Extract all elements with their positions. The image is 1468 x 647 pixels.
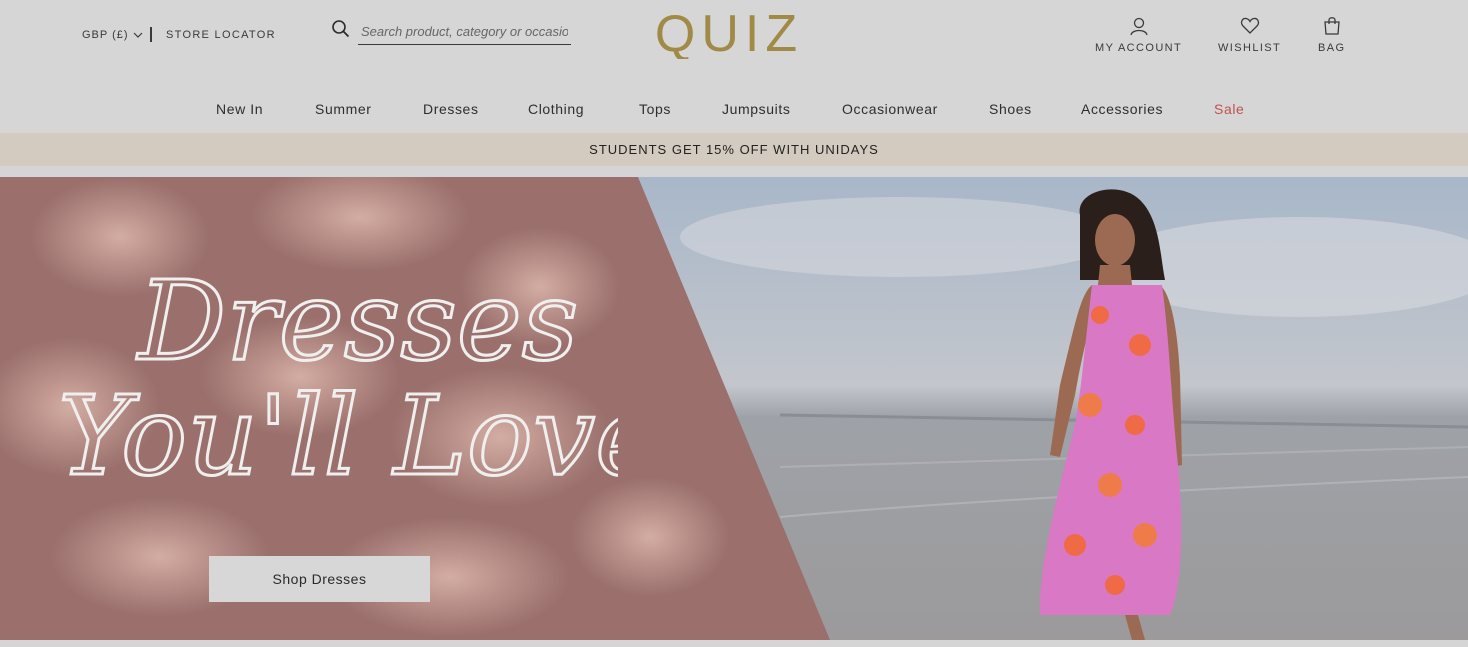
nav-item-clothing[interactable]: Clothing xyxy=(528,101,584,117)
bag-label: BAG xyxy=(1318,42,1346,54)
bag-link[interactable]: BAG xyxy=(1318,16,1345,54)
hero-headline-art: Dresses You'll Love xyxy=(57,256,662,502)
store-locator-link[interactable]: STORE LOCATOR xyxy=(166,29,276,41)
header-divider xyxy=(150,27,152,42)
search-input[interactable] xyxy=(358,18,571,45)
logo-mark: QUIZ xyxy=(655,5,803,63)
hero-headline: Dresses You'll Love xyxy=(57,249,662,509)
my-account-link[interactable]: MY ACCOUNT xyxy=(1095,16,1182,54)
nav-item-jumpsuits[interactable]: Jumpsuits xyxy=(722,101,790,117)
nav-item-occasionwear[interactable]: Occasionwear xyxy=(842,101,938,117)
hero-banner[interactable]: Dresses You'll Love Shop Dresses xyxy=(0,177,1468,640)
currency-selector[interactable]: GBP (£) xyxy=(82,29,143,41)
nav-item-dresses[interactable]: Dresses xyxy=(423,101,479,117)
nav-item-sale[interactable]: Sale xyxy=(1214,101,1244,117)
nav-item-tops[interactable]: Tops xyxy=(639,101,671,117)
heart-icon xyxy=(1240,17,1259,34)
svg-text:QUIZ: QUIZ xyxy=(655,5,803,59)
currency-label: GBP (£) xyxy=(82,29,129,41)
headline-line-1: Dresses xyxy=(136,257,578,385)
bag-icon xyxy=(1324,17,1340,35)
nav-item-shoes[interactable]: Shoes xyxy=(989,101,1032,117)
main-nav: New In Summer Dresses Clothing Tops Jump… xyxy=(0,101,1468,121)
quiz-logo[interactable]: QUIZ xyxy=(654,5,804,63)
wishlist-link[interactable]: WISHLIST xyxy=(1218,16,1281,54)
nav-item-summer[interactable]: Summer xyxy=(315,101,372,117)
model-image xyxy=(1020,185,1200,640)
nav-item-new-in[interactable]: New In xyxy=(216,101,263,117)
headline-line-2: You'll Love xyxy=(58,372,618,500)
promo-banner[interactable]: STUDENTS GET 15% OFF WITH UNIDAYS xyxy=(0,133,1468,166)
site-header: GBP (£) STORE LOCATOR QUIZ MY ACCOUNT WI… xyxy=(0,0,1468,133)
chevron-down-icon xyxy=(133,32,142,38)
shop-dresses-button[interactable]: Shop Dresses xyxy=(209,556,430,602)
wishlist-label: WISHLIST xyxy=(1218,42,1282,54)
model-illustration xyxy=(1039,189,1182,640)
search-icon[interactable] xyxy=(331,19,350,38)
my-account-label: MY ACCOUNT xyxy=(1095,42,1183,54)
user-icon xyxy=(1129,17,1148,36)
nav-item-accessories[interactable]: Accessories xyxy=(1081,101,1163,117)
